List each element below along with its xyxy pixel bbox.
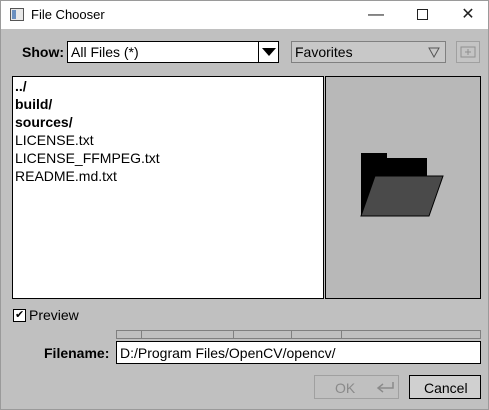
show-label: Show: (22, 44, 64, 60)
list-item[interactable]: build/ (15, 96, 52, 112)
window-title: File Chooser (31, 7, 105, 22)
minimize-button[interactable]: — (353, 1, 399, 29)
path-breadcrumb-bar (116, 330, 481, 339)
show-filter-value: All Files (*) (71, 44, 139, 60)
enter-key-icon (376, 382, 394, 393)
favorites-select[interactable]: Favorites (291, 41, 446, 63)
ok-label: OK (335, 380, 356, 396)
cancel-label: Cancel (424, 380, 468, 396)
maximize-button[interactable] (399, 1, 445, 29)
filename-value: D:/Program Files/OpenCV/opencv/ (120, 345, 336, 361)
path-segment[interactable] (117, 331, 142, 338)
path-segment[interactable] (142, 331, 234, 338)
dropdown-triangle-icon (428, 47, 440, 58)
add-favorite-button[interactable] (456, 41, 480, 63)
dropdown-arrow-icon[interactable] (258, 42, 278, 62)
title-bar: File Chooser — ✕ (1, 1, 488, 29)
list-item[interactable]: LICENSE.txt (15, 132, 94, 148)
preview-label: Preview (29, 307, 79, 323)
path-segment[interactable] (234, 331, 292, 338)
ok-button[interactable]: OK (314, 375, 399, 399)
list-item[interactable]: sources/ (15, 114, 73, 130)
close-button[interactable]: ✕ (445, 1, 489, 29)
favorites-value: Favorites (295, 44, 353, 60)
file-list[interactable]: ../ build/ sources/ LICENSE.txt LICENSE_… (12, 76, 324, 299)
maximize-icon (416, 9, 428, 21)
add-folder-icon (460, 46, 476, 58)
list-item[interactable]: ../ (15, 78, 27, 94)
preview-pane (325, 76, 481, 299)
list-item[interactable]: README.md.txt (15, 168, 117, 184)
filename-label: Filename: (44, 345, 110, 361)
preview-checkbox[interactable]: ✔ (13, 309, 26, 322)
cancel-button[interactable]: Cancel (409, 375, 481, 399)
app-icon (10, 8, 24, 21)
filename-input[interactable]: D:/Program Files/OpenCV/opencv/ (116, 341, 481, 364)
list-item[interactable]: LICENSE_FFMPEG.txt (15, 150, 160, 166)
path-segment[interactable] (292, 331, 342, 338)
folder-icon (360, 153, 444, 217)
show-filter-select[interactable]: All Files (*) (67, 41, 279, 63)
checkmark-icon: ✔ (15, 309, 25, 321)
file-chooser-window: File Chooser — ✕ Show: All Files (*) Fav… (0, 0, 489, 410)
